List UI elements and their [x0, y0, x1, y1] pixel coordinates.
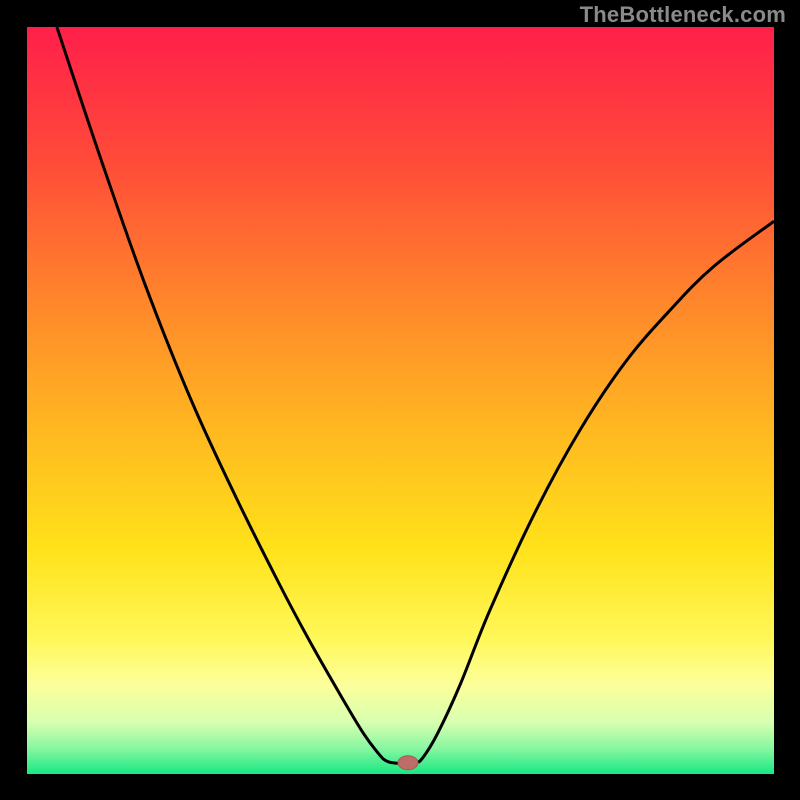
watermark-text: TheBottleneck.com: [580, 2, 786, 28]
plot-background-gradient: [27, 27, 774, 774]
chart-svg: [0, 0, 800, 800]
optimal-point-marker: [398, 756, 418, 770]
chart-stage: TheBottleneck.com: [0, 0, 800, 800]
